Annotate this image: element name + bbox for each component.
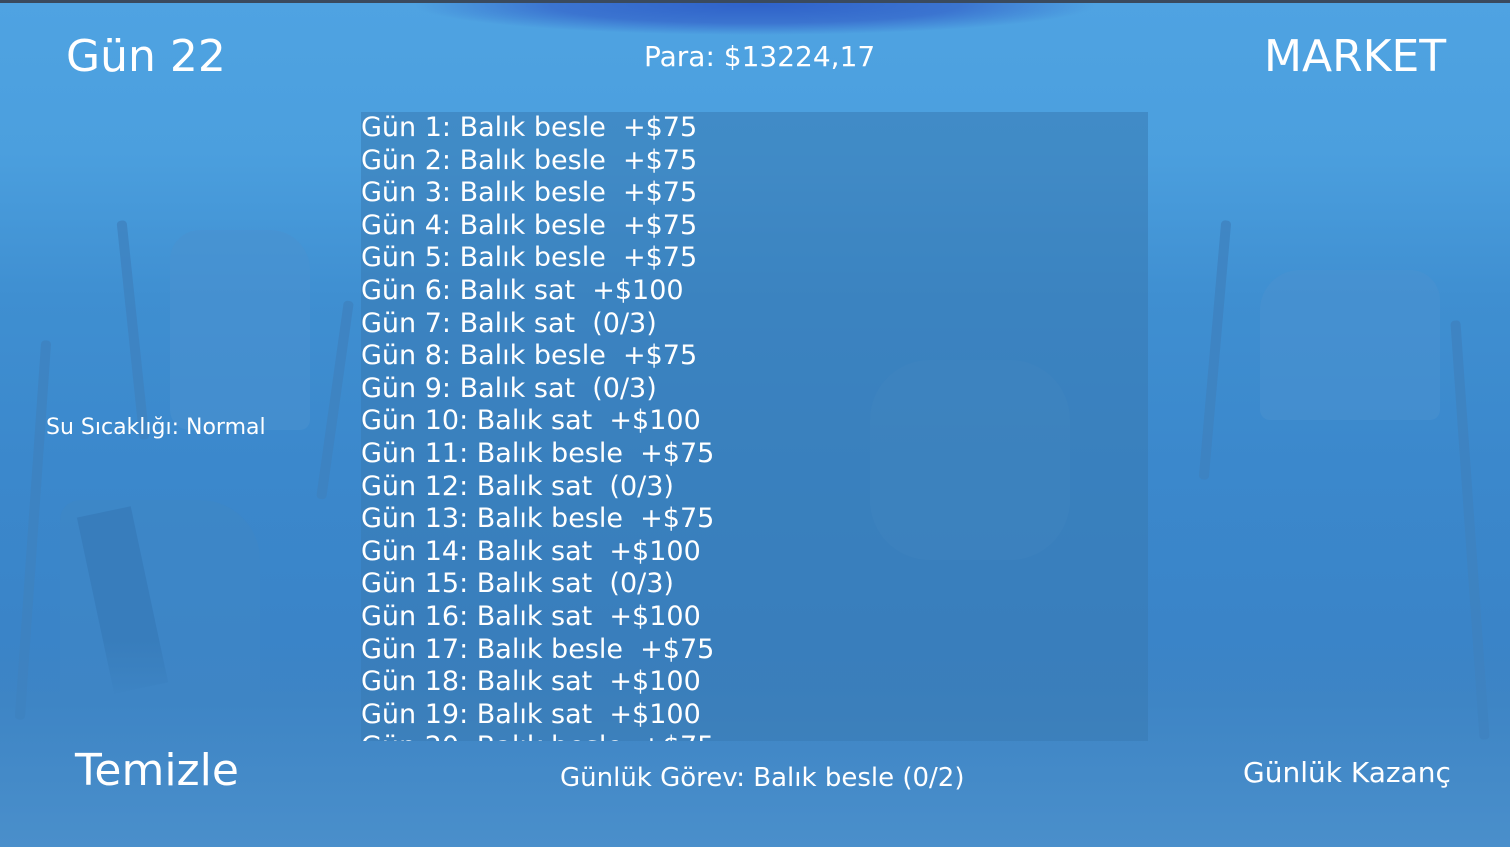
- log-entry: Gün 2: Balık besle +$75: [361, 144, 698, 176]
- log-entry: Gün 16: Balık sat +$100: [361, 600, 701, 632]
- task-log-panel[interactable]: Gün 1: Balık besle +$75 Gün 2: Balık besl…: [361, 112, 1148, 741]
- log-entry: Gün 9: Balık sat (0/3): [361, 372, 657, 404]
- log-entry: Gün 5: Balık besle +$75: [361, 242, 698, 274]
- background-rock: [170, 230, 310, 430]
- log-entry: Gün 6: Balık sat +$100: [361, 274, 684, 306]
- log-entry: Gün 8: Balık besle +$75: [361, 340, 698, 372]
- task-log-list: Gün 1: Balık besle +$75 Gün 2: Balık besl…: [361, 112, 1148, 741]
- seaweed: [1198, 220, 1232, 480]
- background-rock: [1260, 270, 1440, 420]
- log-entry: Gün 7: Balık sat (0/3): [361, 307, 657, 339]
- log-entry: Gün 13: Balık besle +$75: [361, 503, 715, 535]
- log-entry: Gün 15: Balık sat (0/3): [361, 568, 674, 600]
- log-entry: Gün 4: Balık besle +$75: [361, 209, 698, 241]
- game-screen: Gün 22 Para: $13224,17 MARKET Su Sıcaklı…: [0, 0, 1510, 847]
- seaweed: [116, 220, 150, 440]
- log-entry: Gün 17: Balık besle +$75: [361, 633, 715, 665]
- log-entry: Gün 10: Balık sat +$100: [361, 405, 701, 437]
- water-temperature-label: Su Sıcaklığı: Normal: [46, 415, 266, 440]
- log-entry: Gün 12: Balık sat (0/3): [361, 470, 674, 502]
- clean-button[interactable]: Temizle: [75, 744, 239, 798]
- money-display: Para: $13224,17: [644, 40, 876, 73]
- log-entry: Gün 1: Balık besle +$75: [361, 112, 698, 143]
- daily-earnings-button[interactable]: Günlük Kazanç: [1243, 756, 1451, 790]
- log-entry: Gün 3: Balık besle +$75: [361, 177, 698, 209]
- market-button[interactable]: MARKET: [1264, 30, 1446, 84]
- log-entry: Gün 14: Balık sat +$100: [361, 535, 701, 567]
- log-entry: Gün 20: Balık besle +$75: [361, 731, 1148, 741]
- daily-task-label: Günlük Görev: Balık besle (0/2): [560, 763, 965, 793]
- log-entry: Gün 11: Balık besle +$75: [361, 437, 715, 469]
- log-entry: Gün 18: Balık sat +$100: [361, 666, 701, 698]
- day-counter: Gün 22: [66, 31, 226, 82]
- log-entry: Gün 19: Balık sat +$100: [361, 698, 701, 730]
- seaweed: [316, 300, 354, 500]
- top-edge: [0, 0, 1510, 3]
